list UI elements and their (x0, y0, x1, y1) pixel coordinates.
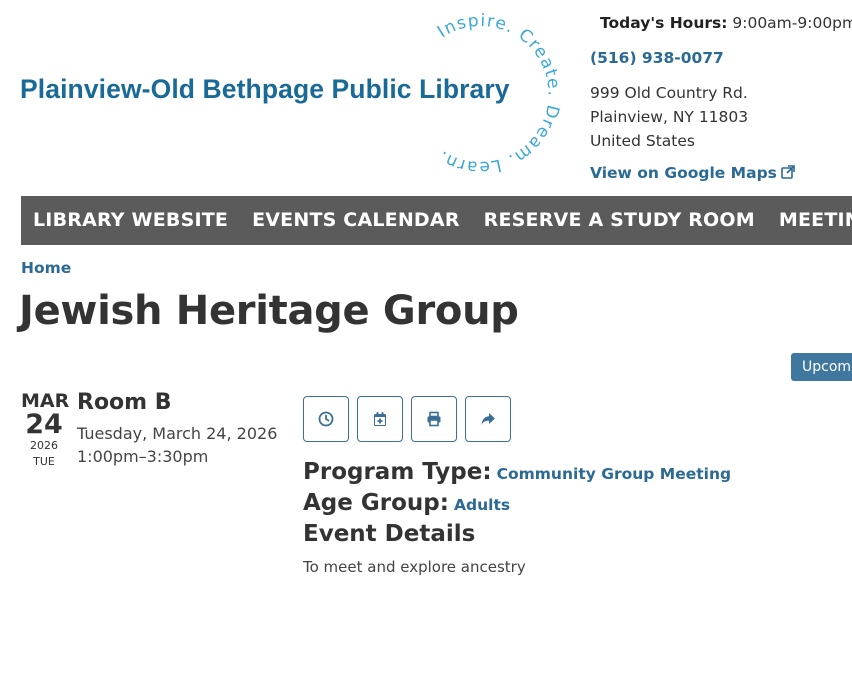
address-line: Plainview, NY 11803 (590, 108, 749, 126)
time-info-button[interactable] (303, 396, 349, 442)
age-group-link[interactable]: Adults (454, 496, 510, 514)
program-type-label: Program Type: (303, 459, 492, 485)
nav-library-website[interactable]: LIBRARY WEBSITE (21, 196, 240, 245)
external-link-icon (781, 165, 795, 179)
page-title: Jewish Heritage Group (19, 288, 519, 334)
phone-link[interactable]: (516) 938-0077 (590, 49, 724, 67)
nav-events-calendar[interactable]: EVENTS CALENDAR (240, 196, 472, 245)
event-datetime: Tuesday, March 24, 2026 1:00pm–3:30pm (77, 422, 277, 468)
age-group-label: Age Group: (303, 490, 449, 516)
event-date-badge: MAR 24 2026 TUE (21, 390, 69, 470)
event-room: Room B (77, 390, 172, 415)
calendar-plus-icon (374, 412, 386, 426)
print-button[interactable] (411, 396, 457, 442)
google-maps-label: View on Google Maps (590, 164, 777, 182)
print-icon (427, 411, 441, 427)
hours-label: Today's Hours: (600, 14, 728, 32)
upcoming-button[interactable]: Upcoming (791, 353, 852, 381)
share-button[interactable] (465, 396, 511, 442)
svg-text:Inspire. Create. Dream. Learn.: Inspire. Create. Dream. Learn. (434, 11, 564, 177)
event-actions (303, 396, 519, 446)
address-line: United States (590, 132, 695, 150)
share-icon (481, 413, 495, 425)
nav-meeting-rooms[interactable]: MEETING ROOMS (767, 196, 852, 245)
age-group: Age Group: Adults (303, 490, 510, 516)
event-day: 24 (25, 409, 63, 440)
event-time: 1:00pm–3:30pm (77, 447, 209, 466)
add-to-calendar-button[interactable] (357, 396, 403, 442)
event-description: To meet and explore ancestry (303, 558, 526, 576)
address-line: 999 Old Country Rd. (590, 84, 748, 102)
event-year: 2026 (30, 439, 58, 452)
clock-icon (318, 411, 334, 427)
tagline-text: Inspire. Create. Dream. Learn. (434, 11, 562, 177)
google-maps-link[interactable]: View on Google Maps (590, 164, 795, 182)
event-date: Tuesday, March 24, 2026 (77, 424, 278, 443)
event-weekday: TUE (33, 455, 55, 468)
nav-reserve-study-room[interactable]: RESERVE A STUDY ROOM (472, 196, 767, 245)
hours-value: 9:00am-9:00pm (732, 14, 852, 32)
breadcrumb-home[interactable]: Home (21, 259, 71, 277)
todays-hours: Today's Hours: 9:00am-9:00pm (600, 14, 852, 32)
event-details-heading: Event Details (303, 521, 476, 547)
tagline-logo: Inspire. Create. Dream. Learn. (434, 11, 564, 177)
main-navigation: LIBRARY WEBSITE EVENTS CALENDAR RESERVE A … (21, 196, 852, 245)
program-type: Program Type: Community Group Meeting (303, 459, 731, 485)
address: 999 Old Country Rd. Plainview, NY 11803 … (590, 81, 748, 153)
program-type-link[interactable]: Community Group Meeting (497, 465, 731, 483)
